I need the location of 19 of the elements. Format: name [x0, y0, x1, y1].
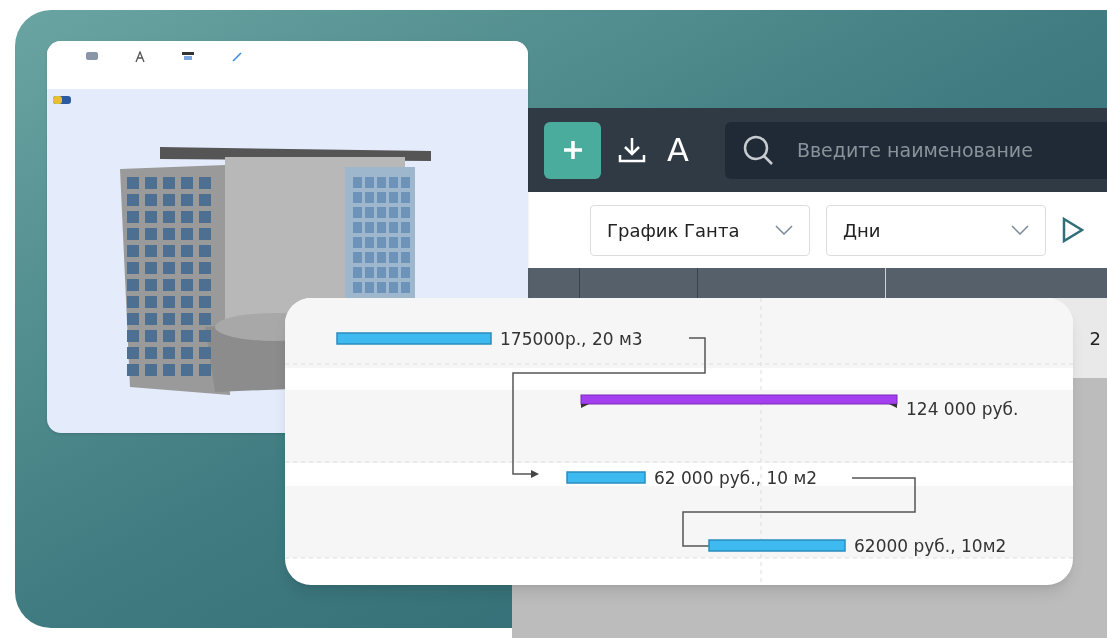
summary-bar[interactable] — [580, 394, 898, 408]
column-header: 2 — [1089, 326, 1101, 351]
font-button[interactable]: A — [663, 134, 693, 166]
task-label: 175000р., 20 м3 — [500, 329, 643, 349]
play-icon[interactable] — [1062, 217, 1084, 243]
search-field[interactable]: Введите наименование — [724, 121, 1107, 179]
select-value: График Ганта — [607, 218, 740, 243]
task-label: 62 000 руб., 10 м2 — [654, 468, 818, 488]
scale-select[interactable]: Дни — [826, 204, 1046, 256]
select-value: Дни — [843, 218, 881, 243]
chevron-down-icon — [775, 225, 793, 235]
plus-icon — [561, 139, 584, 161]
add-button[interactable] — [544, 121, 601, 179]
letter-icon[interactable] — [135, 51, 145, 63]
chevron-down-icon — [1011, 225, 1029, 235]
view-select[interactable]: График Ганта — [590, 204, 810, 256]
task-label: 124 000 руб. — [906, 399, 1019, 419]
download-icon[interactable] — [617, 135, 647, 165]
task-label: 62000 руб., 10м2 — [854, 536, 1007, 556]
